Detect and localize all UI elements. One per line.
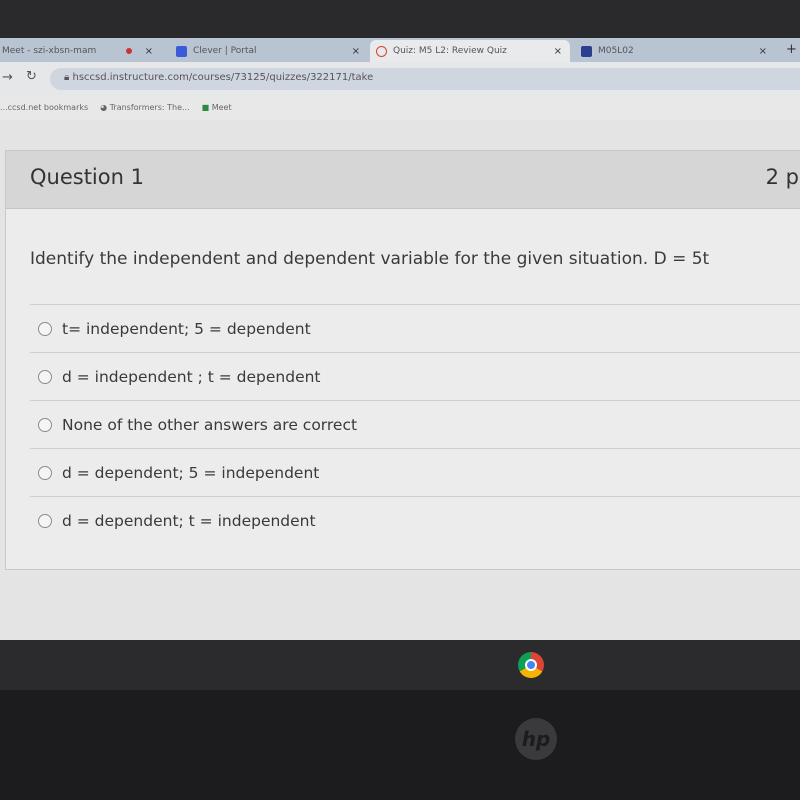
question-text: Identify the independent and dependent v…: [30, 249, 710, 269]
quiz-page: Question 1 2 p Identify the independent …: [0, 120, 800, 640]
url-text: hsccsd.instructure.com/courses/73125/qui…: [72, 72, 374, 83]
radio-button[interactable]: [38, 465, 52, 480]
clever-icon: [176, 45, 187, 57]
answer-label: t= independent; 5 = dependent: [62, 319, 311, 338]
answer-option[interactable]: None of the other answers are correct: [30, 400, 800, 448]
answer-label: None of the other answers are correct: [62, 415, 358, 434]
answer-label: d = dependent; t = independent: [62, 511, 316, 530]
answer-option[interactable]: d = independent ; t = dependent: [30, 352, 800, 400]
question-card: Question 1 2 p Identify the independent …: [5, 150, 800, 570]
tab-title: Meet - szi-xbsn-mam: [2, 46, 97, 56]
canvas-icon: [376, 45, 387, 57]
address-row: → ↻ 🔒︎ hsccsd.instructure.com/courses/73…: [0, 62, 800, 95]
tab-clever[interactable]: Clever | Portal ×: [170, 40, 368, 62]
question-points: 2 p: [765, 165, 799, 189]
doc-icon: [581, 45, 592, 57]
bookmark-meet[interactable]: ■ Meet: [202, 103, 232, 112]
tab-title: Quiz: M5 L2: Review Quiz: [393, 46, 507, 56]
answer-label: d = independent ; t = dependent: [62, 367, 321, 386]
new-tab-button[interactable]: +: [786, 42, 797, 57]
bookmark-label: Transformers: The...: [109, 103, 190, 112]
answer-option[interactable]: t= independent; 5 = dependent: [30, 304, 800, 352]
screen-bezel-top: [0, 0, 800, 38]
lock-icon: 🔒︎: [64, 72, 73, 83]
chrome-icon[interactable]: [518, 652, 544, 678]
tab-meet[interactable]: Meet - szi-xbsn-mam ×: [0, 40, 161, 62]
answer-option[interactable]: d = dependent; 5 = independent: [30, 448, 800, 496]
radio-button[interactable]: [38, 417, 52, 432]
meet-icon: ■: [201, 103, 210, 112]
tab-quiz[interactable]: Quiz: M5 L2: Review Quiz ×: [370, 40, 570, 62]
taskbar: [0, 640, 800, 690]
answer-option[interactable]: d = dependent; t = independent: [30, 496, 800, 544]
bookmarks-bar: ...ccsd.net bookmarks ◕ Transformers: Th…: [0, 95, 800, 120]
recording-icon: [126, 48, 132, 54]
close-tab-icon[interactable]: ×: [759, 46, 767, 57]
tab-bar: Meet - szi-xbsn-mam × Clever | Portal × …: [0, 38, 800, 62]
tab-title: M05L02: [598, 46, 634, 56]
radio-button[interactable]: [38, 513, 52, 528]
bookmark-transformers[interactable]: ◕ Transformers: The...: [100, 103, 189, 112]
question-title: Question 1: [30, 165, 144, 189]
close-tab-icon[interactable]: ×: [554, 46, 562, 57]
address-bar[interactable]: 🔒︎ hsccsd.instructure.com/courses/73125/…: [50, 68, 800, 90]
bookmark-folder[interactable]: ...ccsd.net bookmarks: [0, 103, 88, 112]
forward-icon[interactable]: →: [2, 70, 13, 85]
radio-button[interactable]: [38, 321, 52, 336]
tab-m05l02[interactable]: M05L02 ×: [575, 40, 775, 62]
close-tab-icon[interactable]: ×: [145, 46, 153, 57]
reload-icon[interactable]: ↻: [26, 69, 37, 84]
question-header: Question 1 2 p: [6, 151, 800, 209]
hp-logo: hp: [515, 718, 557, 760]
tab-title: Clever | Portal: [193, 46, 257, 56]
close-tab-icon[interactable]: ×: [352, 46, 360, 57]
bookmark-label: Meet: [211, 103, 232, 112]
radio-button[interactable]: [38, 369, 52, 384]
answer-label: d = dependent; 5 = independent: [62, 463, 320, 482]
